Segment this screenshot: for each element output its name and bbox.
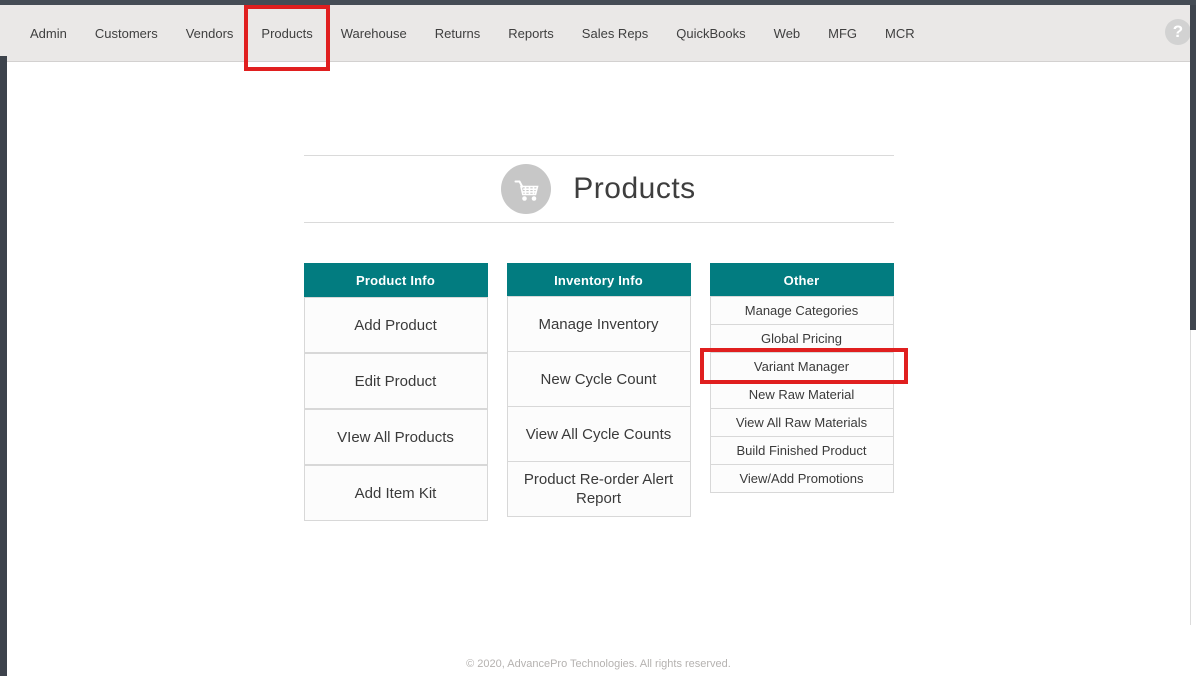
menu-item-add-product[interactable]: Add Product [304, 297, 488, 353]
nav-item-reports[interactable]: Reports [508, 5, 554, 62]
menu-item-label: Edit Product [355, 372, 437, 391]
menu-item-manage-categories[interactable]: Manage Categories [710, 296, 894, 325]
nav-item-quickbooks[interactable]: QuickBooks [676, 5, 745, 62]
menu-item-add-item-kit[interactable]: Add Item Kit [304, 465, 488, 521]
menu-item-label: Build Finished Product [736, 443, 866, 458]
question-mark-icon: ? [1173, 22, 1183, 42]
menu-item-view-all-cycle-counts[interactable]: View All Cycle Counts [507, 406, 691, 462]
menu-item-new-raw-material[interactable]: New Raw Material [710, 380, 894, 409]
menu-item-label: Add Product [354, 316, 437, 335]
left-collapsed-rail [0, 56, 7, 676]
menu-item-label: View/Add Promotions [739, 471, 863, 486]
nav-item-label: Returns [435, 26, 481, 41]
copyright-footer: © 2020, AdvancePro Technologies. All rig… [7, 658, 1190, 670]
nav-item-mfg[interactable]: MFG [828, 5, 857, 62]
menu-item-view-all-products[interactable]: VIew All Products [304, 409, 488, 465]
column-header-inventory-info: Inventory Info [507, 263, 691, 297]
menu-item-label: Variant Manager [754, 359, 849, 374]
menu-item-label: Global Pricing [761, 331, 842, 346]
menu-column-inventory-info: Inventory Info Manage Inventory New Cycle … [507, 263, 691, 517]
right-collapsed-rail [1190, 0, 1196, 330]
column-header-other: Other [710, 263, 894, 297]
main-content: Products Product Info Add Product Edit Pro… [7, 63, 1190, 676]
menu-columns: Product Info Add Product Edit Product VIew … [304, 263, 894, 521]
nav-bar: Admin Customers Vendors Products Warehouse Re… [0, 5, 1190, 62]
menu-item-label: Add Item Kit [355, 484, 437, 503]
menu-item-label: VIew All Products [337, 428, 454, 447]
menu-item-label: New Raw Material [749, 387, 854, 402]
nav-item-mcr[interactable]: MCR [885, 5, 915, 62]
nav-item-label: Sales Reps [582, 26, 648, 41]
nav-item-label: Vendors [186, 26, 234, 41]
nav-item-label: Customers [95, 26, 158, 41]
nav-item-label: Reports [508, 26, 554, 41]
column-header-product-info: Product Info [304, 263, 488, 297]
menu-item-product-re-order-alert-report[interactable]: Product Re-order Alert Report [507, 461, 691, 517]
nav-item-label: QuickBooks [676, 26, 745, 41]
nav-item-customers[interactable]: Customers [95, 5, 158, 62]
page-title-bar: Products [304, 155, 894, 223]
page-title: Products [573, 172, 695, 206]
menu-column-product-info: Product Info Add Product Edit Product VIew … [304, 263, 488, 521]
nav-item-admin[interactable]: Admin [30, 5, 67, 62]
menu-item-build-finished-product[interactable]: Build Finished Product [710, 436, 894, 465]
nav-item-label: Products [261, 26, 312, 41]
menu-item-edit-product[interactable]: Edit Product [304, 353, 488, 409]
nav-item-sales-reps[interactable]: Sales Reps [582, 5, 648, 62]
menu-item-variant-manager[interactable]: Variant Manager [710, 352, 894, 381]
app-window: Admin Customers Vendors Products Warehouse Re… [0, 0, 1196, 676]
menu-item-label: Manage Inventory [538, 315, 658, 334]
menu-item-new-cycle-count[interactable]: New Cycle Count [507, 351, 691, 407]
menu-item-view-all-raw-materials[interactable]: View All Raw Materials [710, 408, 894, 437]
cart-icon [501, 164, 551, 214]
menu-item-global-pricing[interactable]: Global Pricing [710, 324, 894, 353]
nav-item-label: Admin [30, 26, 67, 41]
help-button[interactable]: ? [1165, 19, 1191, 45]
menu-item-label: Manage Categories [745, 303, 858, 318]
nav-item-label: MCR [885, 26, 915, 41]
menu-item-view-add-promotions[interactable]: View/Add Promotions [710, 464, 894, 493]
nav-item-label: Web [774, 26, 801, 41]
right-scroll-line [1190, 330, 1191, 625]
menu-item-label: View All Cycle Counts [526, 425, 672, 444]
menu-item-label: Product Re-order Alert Report [522, 470, 676, 508]
menu-item-label: View All Raw Materials [736, 415, 867, 430]
nav-item-label: MFG [828, 26, 857, 41]
nav-item-label: Warehouse [341, 26, 407, 41]
nav-items: Admin Customers Vendors Products Warehouse Re… [0, 5, 1190, 62]
menu-item-manage-inventory[interactable]: Manage Inventory [507, 296, 691, 352]
nav-item-returns[interactable]: Returns [435, 5, 481, 62]
nav-item-products[interactable]: Products [261, 5, 312, 62]
menu-column-other: Other Manage Categories Global Pricing Vari… [710, 263, 894, 493]
menu-item-label: New Cycle Count [541, 370, 657, 389]
top-dark-bar [0, 0, 1196, 5]
nav-item-vendors[interactable]: Vendors [186, 5, 234, 62]
nav-item-web[interactable]: Web [774, 5, 801, 62]
nav-item-warehouse[interactable]: Warehouse [341, 5, 407, 62]
